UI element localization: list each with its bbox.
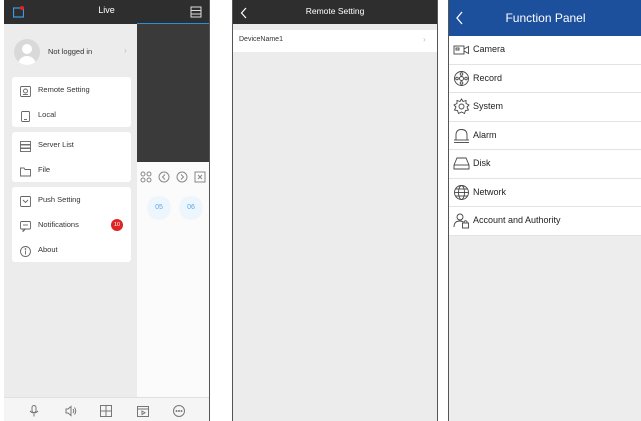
function-panel-screen: Function Panel Camera Record System Alar… <box>448 0 641 421</box>
bottom-toolbar <box>4 397 209 421</box>
function-item-label: Network <box>473 186 507 197</box>
function-panel-top-bar: Function Panel <box>449 0 641 36</box>
function-list-area: Camera Record System Alarm Disk Network … <box>449 36 641 421</box>
menu-item-label: File <box>38 165 51 174</box>
function-item-label: Disk <box>473 158 491 168</box>
page-title: Remote Setting <box>305 6 365 16</box>
remote-setting-screen: Remote Setting DeviceName1 › <box>232 0 438 421</box>
device-name: DeviceName1 <box>239 36 283 43</box>
info-icon <box>20 244 31 257</box>
video-window[interactable] <box>137 24 209 162</box>
menu-item-remote-setting[interactable]: Remote Setting <box>12 77 131 102</box>
alarm-icon <box>453 127 470 144</box>
menu-group-data: Server List File <box>12 132 131 182</box>
list-menu-icon[interactable] <box>190 5 202 18</box>
folder-icon <box>20 164 31 177</box>
function-item-disk[interactable]: Disk <box>449 150 641 179</box>
phone-icon <box>20 109 31 122</box>
menu-item-about[interactable]: About <box>12 237 131 262</box>
notification-badge: 10 <box>111 219 123 231</box>
profile-name: Not logged in <box>48 47 93 56</box>
record-icon <box>453 70 470 87</box>
menu-item-label: Server List <box>38 140 74 149</box>
message-icon <box>20 219 31 233</box>
network-icon <box>453 184 470 201</box>
menu-item-label: Push Setting <box>38 195 81 204</box>
menu-item-label: Notifications <box>38 220 79 229</box>
menu-group-info: Push Setting Notifications 10 About <box>12 187 131 262</box>
function-item-alarm[interactable]: Alarm <box>449 122 641 150</box>
menu-item-label: Remote Setting <box>38 85 90 94</box>
function-list: Camera Record System Alarm Disk Network … <box>449 36 641 236</box>
chevron-right-icon: › <box>423 35 426 44</box>
more-icon[interactable] <box>173 404 185 417</box>
system-icon <box>453 98 470 115</box>
avatar <box>14 39 40 65</box>
speaker-icon[interactable] <box>65 404 77 417</box>
channel-button[interactable]: 06 <box>179 196 203 220</box>
previous-icon[interactable] <box>158 170 170 183</box>
function-item-account-authority[interactable]: Account and Authority <box>449 207 641 236</box>
next-icon[interactable] <box>176 170 188 183</box>
function-item-label: Camera <box>473 44 506 54</box>
menu-item-label: Local <box>38 110 56 119</box>
split-screen-icon[interactable] <box>140 170 152 183</box>
chevron-right-icon: › <box>124 46 127 55</box>
profile-row[interactable]: Not logged in › <box>4 30 137 76</box>
camera-icon <box>453 41 470 58</box>
push-icon <box>20 194 31 207</box>
function-item-label: System <box>473 101 504 111</box>
menu-item-file[interactable]: File <box>12 157 131 182</box>
remote-setting-top-bar: Remote Setting <box>233 0 437 24</box>
menu-group-settings: Remote Setting Local <box>12 77 131 127</box>
channel-button[interactable]: 05 <box>147 196 171 220</box>
ptz-controls <box>140 170 208 184</box>
page-title: Function Panel <box>505 11 586 25</box>
live-title: Live <box>98 5 115 15</box>
playback-icon[interactable] <box>137 404 149 417</box>
remote-setting-icon <box>20 84 31 97</box>
menu-item-local[interactable]: Local <box>12 102 131 127</box>
side-drawer: Not logged in › Remote Setting Local Ser… <box>4 24 137 397</box>
live-screen: Live 05 06 Not logged in › Remote Settin… <box>4 0 210 421</box>
function-item-label: Record <box>473 72 503 83</box>
function-item-label: Account and Authority <box>473 215 561 225</box>
live-top-bar: Live <box>4 0 209 24</box>
device-row[interactable]: DeviceName1 › <box>233 30 437 52</box>
microphone-icon[interactable] <box>28 404 40 417</box>
menu-item-server-list[interactable]: Server List <box>12 132 131 157</box>
disk-icon <box>453 155 470 172</box>
close-window-icon[interactable] <box>194 170 206 183</box>
account-icon <box>453 212 470 229</box>
menu-item-push-setting[interactable]: Push Setting <box>12 187 131 212</box>
function-item-system[interactable]: System <box>449 93 641 122</box>
function-item-camera[interactable]: Camera <box>449 36 641 65</box>
function-item-network[interactable]: Network <box>449 179 641 207</box>
grid-icon[interactable] <box>100 404 112 417</box>
function-item-record[interactable]: Record <box>449 65 641 93</box>
menu-item-notifications[interactable]: Notifications 10 <box>12 212 131 237</box>
menu-item-label: About <box>38 245 58 254</box>
server-list-icon <box>20 139 31 152</box>
function-item-label: Alarm <box>473 129 497 140</box>
device-list: DeviceName1 › <box>233 24 437 421</box>
